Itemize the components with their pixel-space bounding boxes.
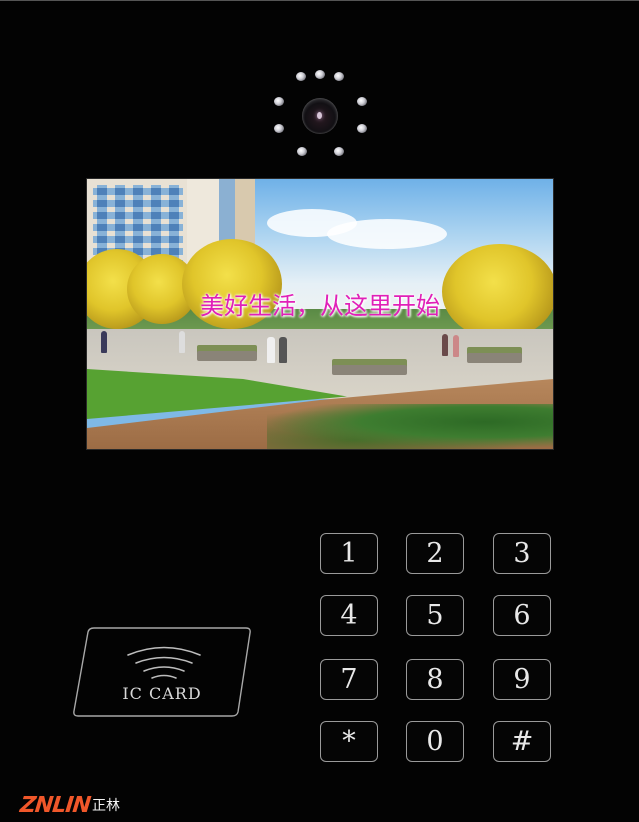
screen-planter <box>332 365 407 375</box>
screen-caption: 美好生活，从这里开始 <box>200 292 440 320</box>
key-star[interactable]: * <box>320 721 378 762</box>
brand-logo-mark: ZNLIN <box>18 792 92 818</box>
key-2[interactable]: 2 <box>406 533 464 574</box>
wireless-signal-icon <box>127 646 201 679</box>
infrared-led-icon <box>297 147 307 156</box>
screen-person <box>279 337 287 363</box>
infrared-led-icon <box>357 97 367 106</box>
infrared-led-icon <box>274 124 284 133</box>
screen-cloud <box>327 219 447 249</box>
key-3[interactable]: 3 <box>493 533 551 574</box>
screen-person <box>267 337 275 363</box>
key-0[interactable]: 0 <box>406 721 464 762</box>
keypad: 1 2 3 4 5 6 7 8 9 * 0 # <box>320 533 553 765</box>
ic-card-label: IC CARD <box>122 684 202 703</box>
key-hash[interactable]: # <box>493 721 551 762</box>
key-1[interactable]: 1 <box>320 533 378 574</box>
screen-planter <box>197 351 257 361</box>
infrared-led-icon <box>296 72 306 81</box>
infrared-led-icon <box>274 97 284 106</box>
infrared-led-icon <box>334 72 344 81</box>
key-7[interactable]: 7 <box>320 659 378 700</box>
key-6[interactable]: 6 <box>493 595 551 636</box>
camera-lens-icon <box>302 98 338 134</box>
screen-person <box>442 334 448 356</box>
infrared-led-icon <box>315 70 325 79</box>
screen-shrubs <box>267 404 553 449</box>
display-screen: 美好生活，从这里开始 <box>86 178 554 450</box>
screen-planter <box>467 353 522 363</box>
key-5[interactable]: 5 <box>406 595 464 636</box>
ic-card-reader[interactable]: IC CARD <box>72 626 252 718</box>
panel-top-edge <box>0 0 639 1</box>
brand-logo: ZNLIN 正林 <box>18 792 120 818</box>
key-8[interactable]: 8 <box>406 659 464 700</box>
infrared-led-icon <box>334 147 344 156</box>
key-9[interactable]: 9 <box>493 659 551 700</box>
screen-person <box>179 331 185 353</box>
key-4[interactable]: 4 <box>320 595 378 636</box>
infrared-led-icon <box>357 124 367 133</box>
camera-module <box>270 66 370 162</box>
brand-logo-chinese: 正林 <box>91 798 120 814</box>
card-outline-icon <box>73 627 251 717</box>
screen-person <box>101 331 107 353</box>
screen-person <box>453 335 459 357</box>
